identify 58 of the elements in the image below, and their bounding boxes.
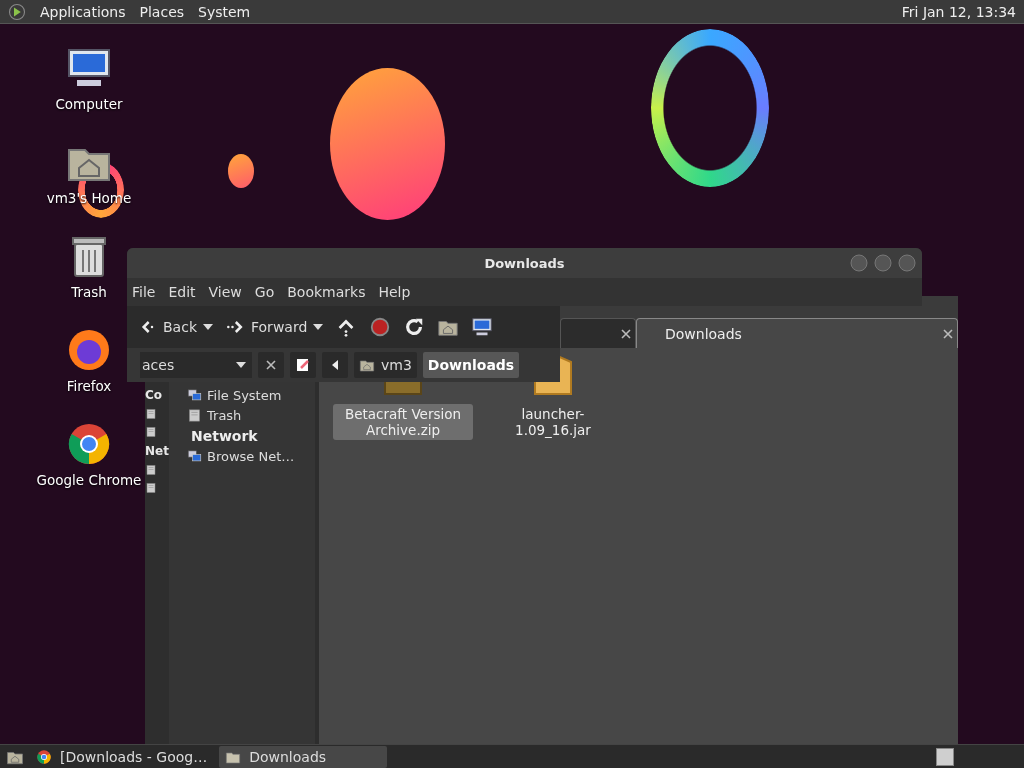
sidebar-heading: Co [145,388,163,402]
computer-icon [471,316,494,338]
tab[interactable]: Downloads [636,318,958,348]
wallpaper-ellipse [228,154,254,188]
menu-item[interactable]: Help [373,284,419,300]
stop-icon [369,316,392,338]
desktop-icon-label[interactable]: Firefox [66,378,112,394]
close-icon[interactable] [621,328,631,339]
left-arrow-icon [332,360,338,370]
chrome-icon [36,748,52,765]
close-icon[interactable] [266,360,276,370]
drive-icon [145,426,157,438]
panel-menu[interactable]: System [198,3,251,20]
caret-icon [313,324,324,330]
pencil-paper-icon [295,357,311,373]
sidebar-item[interactable]: Trash [173,408,315,423]
file-name[interactable]: launcher-1.09_16.jar [483,404,623,440]
menu-item[interactable]: View [203,284,250,300]
sidebar-item-icon [187,408,202,423]
taskbar-button[interactable]: [Downloads - Goog… [30,745,214,768]
sidebar-item-icon [187,388,202,403]
taskbar-button[interactable]: Downloads [219,745,388,768]
caret-icon [236,362,246,368]
menu-item[interactable]: Go [249,284,283,300]
panel-menu[interactable]: Places [139,3,185,20]
drive-icon [145,408,157,420]
back-button[interactable]: Back [137,317,213,337]
menu-item[interactable]: Edit [163,284,204,300]
file-name[interactable]: Betacraft Version Archive.zip [333,404,473,440]
drive-icon [145,464,157,476]
desktop-icon-label[interactable]: Google Chrome [36,472,142,488]
workspace-switcher[interactable] [936,747,954,766]
folder-icon [359,357,375,373]
sidebar-heading: Net [145,444,169,458]
menu-item[interactable]: File [127,284,164,300]
caret-icon [203,324,213,330]
forward-button[interactable]: Forward [225,317,324,337]
desktop-icon-label[interactable]: Trash [71,284,107,300]
path-button[interactable]: Downloads [422,352,520,378]
edit-location-button[interactable] [290,352,316,378]
sidebar-item-icon [187,449,202,464]
window-title: Downloads [484,255,565,271]
path-button[interactable]: vm3 [354,352,417,378]
computer-button[interactable] [471,316,494,338]
close-pane-button[interactable] [258,352,284,378]
panel-menu[interactable]: Applications [40,3,126,20]
sidebar-item[interactable]: Browse Net… [173,449,315,464]
sidebar-item[interactable]: File System [173,388,315,403]
menu-item[interactable]: Bookmarks [282,284,374,300]
desktop-icon-label[interactable]: Computer [55,96,123,112]
logo-icon[interactable] [8,2,26,21]
path-left-button[interactable] [322,352,348,378]
close-icon[interactable] [943,328,953,339]
sidebar-heading: Network [190,428,259,444]
clock[interactable]: Fri Jan 12, 13:34 [901,3,1016,20]
side-pane-dropdown[interactable]: aces [140,352,252,378]
drive-icon [145,482,157,494]
stop-button[interactable] [369,316,392,338]
